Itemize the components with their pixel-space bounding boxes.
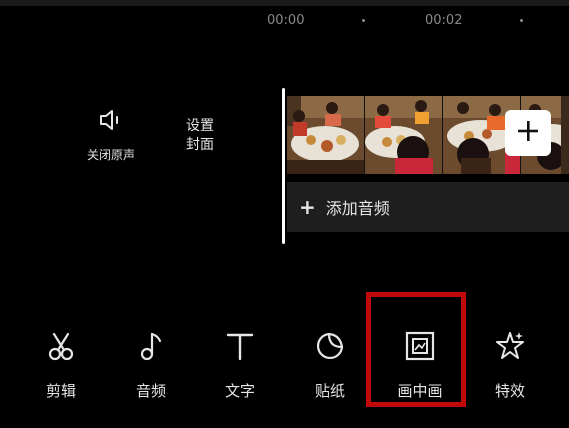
music-note-icon xyxy=(135,330,167,366)
mute-original-sound-label: 关闭原声 xyxy=(86,148,135,162)
set-cover-label-line2: 封面 xyxy=(186,137,214,153)
mute-original-sound-button[interactable]: 关闭原声 xyxy=(80,106,142,168)
toolbar-item-edit[interactable]: 剪辑 xyxy=(31,330,91,400)
time-marker-0: 00:00 xyxy=(267,13,305,28)
add-audio-label: 添加音频 xyxy=(325,199,390,218)
highlight-annotation-box xyxy=(366,292,466,407)
time-tick-dot xyxy=(362,19,365,22)
text-icon xyxy=(224,330,256,366)
set-cover-label-line1: 设置 xyxy=(186,118,214,134)
playhead[interactable] xyxy=(282,88,285,244)
toolbar-item-sticker[interactable]: 贴纸 xyxy=(300,330,360,400)
sticker-icon xyxy=(314,330,346,366)
scissors-icon xyxy=(45,330,77,366)
clip-thumbnail xyxy=(287,96,365,174)
toolbar-item-label: 文字 xyxy=(224,382,255,400)
toolbar-item-label: 特效 xyxy=(494,382,525,400)
top-edge-bar xyxy=(0,0,569,6)
add-audio-plus-icon: + xyxy=(299,195,316,219)
star-effects-icon xyxy=(494,330,526,366)
add-clip-button[interactable] xyxy=(505,110,551,156)
toolbar-item-text[interactable]: 文字 xyxy=(210,330,270,400)
bottom-toolbar: 剪辑 音频 文字 贴纸 画中画 特效 xyxy=(0,330,569,410)
plus-icon xyxy=(517,120,539,146)
set-cover-button[interactable]: 设置 封面 xyxy=(186,117,228,155)
toolbar-item-label: 音频 xyxy=(135,382,166,400)
time-tick-dot xyxy=(520,19,523,22)
toolbar-item-audio[interactable]: 音频 xyxy=(121,330,181,400)
toolbar-item-effects[interactable]: 特效 xyxy=(480,330,540,400)
toolbar-item-label: 贴纸 xyxy=(314,382,345,400)
add-audio-track[interactable]: + 添加音频 xyxy=(287,182,569,232)
speaker-icon xyxy=(98,106,124,136)
clip-thumbnail xyxy=(365,96,443,174)
toolbar-item-label: 剪辑 xyxy=(45,382,76,400)
time-marker-1: 00:02 xyxy=(425,13,463,28)
